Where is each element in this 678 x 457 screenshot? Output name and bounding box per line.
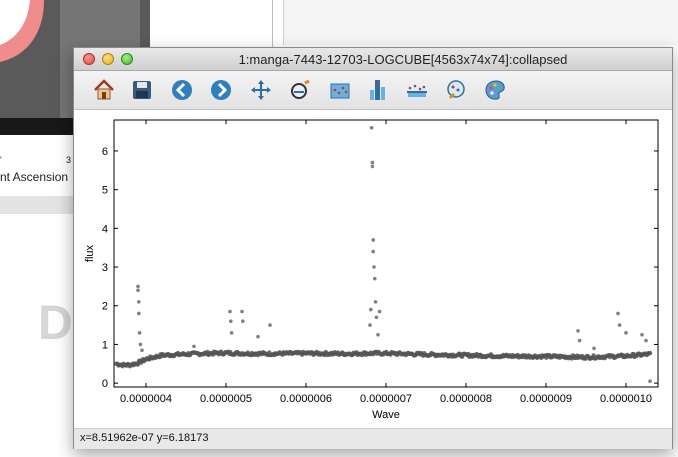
x-tick-label: 0.0000007 [360,393,412,405]
y-tick-label: 0 [102,378,108,390]
outlier-point [369,307,373,312]
back-button[interactable] [168,76,196,104]
status-bar: x=8.51962e-07 y=6.18173 [74,428,672,449]
outlier-point [373,300,378,304]
x-tick-label: 0.0000004 [120,393,172,405]
cursor-coordinates: x=8.51962e-07 y=6.18173 [80,432,209,444]
x-tick-label: 0.0000010 [600,393,652,405]
title-bar[interactable]: 1:manga-7443-12703-LOGCUBE[4563x74x74]:c… [74,48,672,71]
outlier-point [369,125,374,130]
select-region-button[interactable] [326,76,354,104]
zoom-window-button[interactable] [121,53,133,65]
outlier-point [370,164,375,169]
bg-axis-label: nt Ascension [0,170,69,184]
outlier-point [241,319,245,324]
plot-window: 1:manga-7443-12703-LOGCUBE[4563x74x74]:c… [73,47,673,449]
outlier-point [228,309,232,314]
outlier-point [373,276,377,281]
chart-options-button[interactable] [442,76,470,104]
outlier-point [592,346,596,351]
bg-dim-letter: D [38,297,73,350]
y-tick-label: 3 [102,262,108,274]
x-tick-label: 0.0000006 [280,393,332,405]
save-icon [133,81,151,99]
outlier-point [377,309,382,314]
outlier-point [136,288,140,293]
outlier-point [644,338,648,343]
outlier-point [577,338,582,343]
outlier-point [240,309,244,314]
histogram-icon [370,80,385,100]
zoom-icon [291,79,310,99]
home-icon [94,79,114,100]
pan-icon [251,80,271,100]
outlier-point [616,311,620,316]
plot-toolbar [74,71,672,110]
forward-button[interactable] [207,76,235,104]
y-tick-label: 6 [102,146,108,158]
outlier-point [372,265,376,269]
outlier-point [229,319,233,324]
x-axis-label: Wave [372,409,400,421]
outlier-point [371,238,376,242]
outlier-point [137,300,141,304]
x-tick-label: 0.0000009 [520,393,572,405]
home-button[interactable] [90,76,118,104]
plot-area[interactable]: 0.0000004 0.0000005 0.0000006 0.0000007 0.00… [74,110,672,428]
outlier-point [617,323,622,327]
window-title: 1:manga-7443-12703-LOGCUBE[4563x74x74]:c… [238,52,568,67]
outlier-point [136,284,140,289]
outlier-point [374,315,379,320]
chart-options-icon [447,80,465,100]
back-icon [172,80,192,100]
bg-tick-label-a: ' [0,155,2,165]
bg-tick-label-b: 3 [66,155,72,165]
outlier-point [370,160,375,165]
outlier-point [137,311,141,316]
forward-icon [211,80,231,100]
outlier-point [624,331,628,335]
outlier-point [140,348,144,353]
outlier-point [256,334,260,339]
baseline-point [647,350,653,356]
zoom-button[interactable] [286,76,314,104]
outlier-point [576,329,580,333]
y-tick-label: 5 [102,185,108,197]
y-tick-label: 2 [102,301,108,313]
histogram-button[interactable] [364,76,392,104]
scatter-plot[interactable]: 0.0000004 0.0000005 0.0000006 0.0000007 0.00… [74,110,672,428]
y-tick-label: 4 [102,223,108,235]
bg-panel-strip [0,196,80,214]
outlier-point [229,331,234,335]
save-button[interactable] [128,76,156,104]
palette-button[interactable] [481,76,509,104]
outlier-point [376,332,380,337]
outlier-point [137,331,142,335]
scatter-select-icon [330,83,350,99]
outlier-point [368,323,372,327]
x-tick-label: 0.0000008 [440,393,492,405]
close-window-button[interactable] [83,53,95,65]
palette-icon [485,80,505,100]
outlier-point [648,379,652,383]
y-tick-label: 1 [102,339,108,351]
bg-right-panel [283,0,678,45]
pan-button[interactable] [247,76,275,104]
outlier-point [268,323,272,327]
line-plot-icon [407,84,427,97]
outlier-point [640,332,644,337]
x-tick-label: 0.0000005 [200,393,252,405]
line-plot-button[interactable] [403,76,431,104]
outlier-point [138,342,143,347]
outlier-point [192,344,196,349]
y-axis-label: flux [84,244,96,262]
outlier-point [371,249,376,254]
minimize-window-button[interactable] [102,53,114,65]
